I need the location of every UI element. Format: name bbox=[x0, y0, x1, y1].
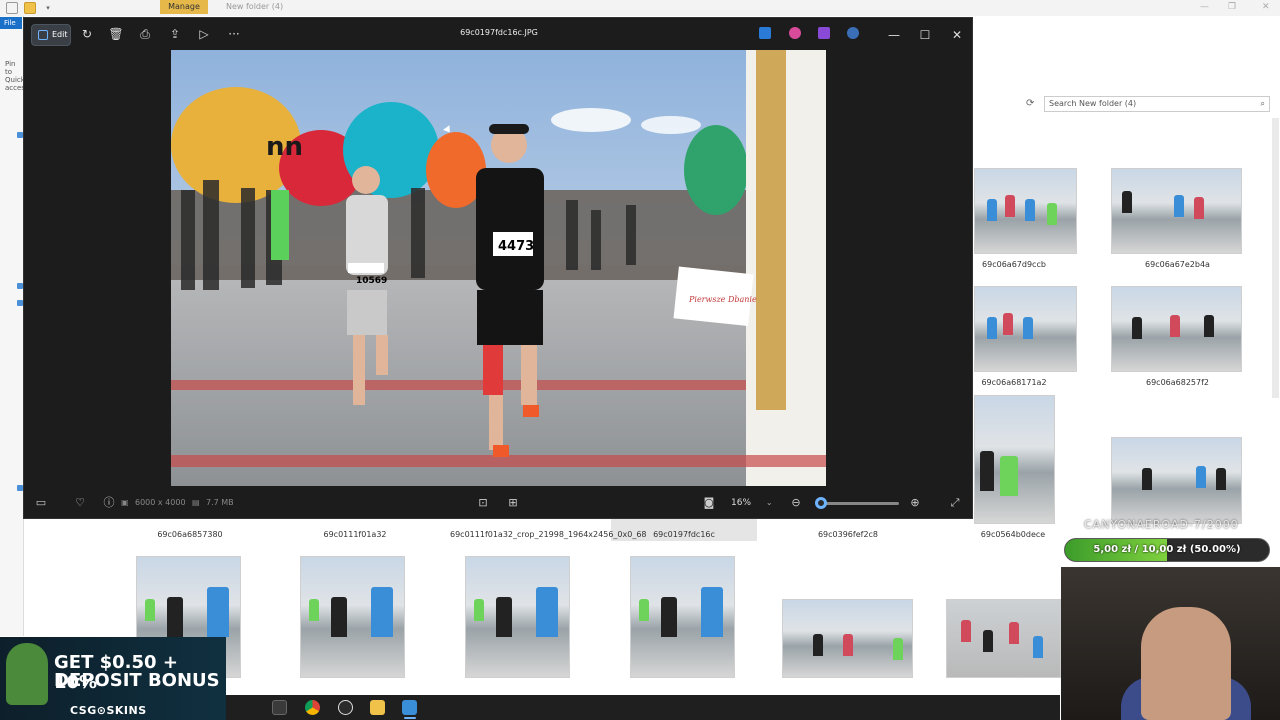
thumbnail-label[interactable]: 69c06a68171a2 bbox=[974, 378, 1054, 387]
thumbnail-image[interactable] bbox=[300, 556, 405, 678]
taskbar bbox=[226, 695, 1060, 720]
print-icon[interactable]: ⎙ bbox=[137, 26, 153, 42]
thumbnail-image[interactable] bbox=[974, 168, 1077, 254]
zoom-slider-knob[interactable] bbox=[815, 497, 827, 509]
promo-banner[interactable]: GET $0.50 + 10% DEPOSIT BONUS CSG⊙SKINS bbox=[0, 637, 226, 720]
slideshow-icon[interactable]: ▷ bbox=[196, 26, 212, 42]
thumbnail-image[interactable] bbox=[630, 556, 735, 678]
promo-subheadline: DEPOSIT BONUS bbox=[54, 670, 220, 691]
thumbnail-image[interactable] bbox=[1111, 168, 1242, 254]
folder-icon[interactable] bbox=[24, 2, 36, 14]
main-runner-bib: 4473 bbox=[498, 239, 534, 254]
file-explorer-icon[interactable] bbox=[370, 700, 385, 715]
donation-goal-text: 5,00 zł / 10,00 zł (50.00%) bbox=[1093, 544, 1241, 555]
balloon-banner-text: nn bbox=[266, 132, 303, 162]
refresh-icon[interactable]: ⟳ bbox=[1026, 98, 1034, 109]
thumbnail-image[interactable] bbox=[782, 599, 913, 678]
terminal-icon[interactable] bbox=[272, 700, 287, 715]
restore-icon[interactable]: ❐ bbox=[1228, 2, 1236, 12]
webcam-feed bbox=[1061, 567, 1280, 720]
onedrive-icon[interactable] bbox=[847, 27, 859, 39]
thumbnail-image[interactable] bbox=[946, 599, 1061, 678]
info-icon[interactable]: ⓘ bbox=[101, 495, 117, 511]
thumbnail-image[interactable] bbox=[465, 556, 570, 678]
photo-svg: nn Pierwsze Dbanie 10569 4473 bbox=[171, 50, 826, 486]
delete-icon[interactable]: 🗑 bbox=[108, 26, 124, 42]
obs-icon[interactable] bbox=[338, 700, 353, 715]
stream-watermark: CANYONAEROAD-7/2000 bbox=[1084, 518, 1239, 531]
actual-size-icon[interactable]: ◙ bbox=[701, 495, 717, 511]
close-icon[interactable]: ✕ bbox=[1262, 2, 1270, 12]
thumbnail-label[interactable]: 69c06a67d9ccb bbox=[974, 260, 1054, 269]
chevron-down-icon: ⌄ bbox=[765, 498, 773, 507]
clipchamp-app-icon[interactable] bbox=[818, 27, 830, 39]
chrome-icon[interactable] bbox=[305, 700, 320, 715]
fullscreen-icon[interactable]: ⤢ bbox=[947, 495, 963, 511]
zoom-in-icon[interactable]: ⊕ bbox=[907, 495, 923, 511]
chevron-down-icon[interactable]: ▾ bbox=[42, 2, 54, 14]
viewer-bottombar: ▭ ♡ ⓘ ▣ 6000 x 4000 ▤ 7.7 MB ⊡ ⊞ ◙ 16% ⌄… bbox=[24, 490, 972, 518]
file-tab[interactable]: File bbox=[0, 17, 22, 29]
thumbnail-image[interactable] bbox=[1111, 437, 1242, 524]
marathon-photo[interactable]: nn Pierwsze Dbanie 10569 4473 bbox=[171, 50, 826, 486]
maximize-icon[interactable]: ☐ bbox=[917, 27, 933, 43]
mascot-image bbox=[6, 643, 48, 705]
search-icon: ⌕ bbox=[1260, 99, 1265, 108]
explorer-title: New folder (4) bbox=[226, 2, 284, 11]
thumbnail-label[interactable]: 69c0564b0dece bbox=[973, 530, 1053, 539]
close-icon[interactable]: ✕ bbox=[949, 27, 965, 43]
zoom-out-icon[interactable]: ⊖ bbox=[788, 495, 804, 511]
edit-icon bbox=[38, 30, 48, 40]
photo-editor-app-icon[interactable] bbox=[759, 27, 771, 39]
photos-viewer-window: Edit ↻ 🗑 ⎙ ⇪ ▷ ··· 69c0197fdc16c.JPG — ☐… bbox=[23, 17, 973, 519]
promo-brand: CSG⊙SKINS bbox=[70, 704, 147, 717]
photos-app-icon[interactable] bbox=[402, 700, 417, 715]
favorite-heart-icon[interactable]: ♡ bbox=[72, 495, 88, 511]
edit-button[interactable]: Edit bbox=[31, 24, 71, 46]
explorer-scrollbar[interactable] bbox=[1272, 118, 1279, 398]
minimize-icon[interactable]: — bbox=[1200, 2, 1209, 12]
designer-app-icon[interactable] bbox=[789, 27, 801, 39]
file-size-icon: ▤ bbox=[192, 498, 200, 507]
thumbnail-label[interactable]: 69c0111f01a32 bbox=[315, 530, 395, 539]
webcam-person bbox=[1141, 607, 1231, 720]
minimize-icon[interactable]: — bbox=[886, 27, 902, 43]
image-dimensions: 6000 x 4000 bbox=[135, 498, 186, 507]
explorer-ribbon-strip bbox=[0, 16, 24, 636]
save-icon[interactable] bbox=[6, 2, 18, 14]
fit-to-window-icon[interactable]: ⊡ bbox=[475, 495, 491, 511]
thumbnail-image[interactable] bbox=[974, 395, 1055, 524]
thumbnail-label[interactable]: 69c0111f01a32_crop_21998_1964x2456_0x0_6… bbox=[450, 530, 647, 540]
viewer-filename: 69c0197fdc16c.JPG bbox=[460, 28, 538, 37]
file-size: 7.7 MB bbox=[206, 498, 234, 507]
zoom-level-value: 16% bbox=[731, 498, 752, 508]
thumbnail-label[interactable]: 69c06a6857380 bbox=[150, 530, 230, 539]
thumbnail-label[interactable]: 69c0197fdc16c bbox=[644, 530, 724, 539]
thumbnail-label[interactable]: 69c0396fef2c8 bbox=[808, 530, 888, 539]
share-icon[interactable]: ⇪ bbox=[167, 26, 183, 42]
donation-goal-bar: 5,00 zł / 10,00 zł (50.00%) bbox=[1064, 538, 1270, 562]
edit-button-label: Edit bbox=[52, 30, 68, 39]
thumbnail-label[interactable]: 69c06a67e2b4a bbox=[1130, 260, 1225, 269]
manage-tab[interactable]: Manage bbox=[160, 0, 208, 14]
search-input[interactable]: Search New folder (4) ⌕ bbox=[1044, 96, 1270, 112]
image-icon: ▣ bbox=[121, 498, 129, 507]
active-app-indicator bbox=[404, 717, 416, 719]
pin-to-quick-access-button[interactable]: Pin to Quick access bbox=[5, 60, 29, 92]
viewer-toolbar: Edit ↻ 🗑 ⎙ ⇪ ▷ ··· 69c0197fdc16c.JPG — ☐… bbox=[24, 18, 972, 50]
compare-icon[interactable]: ⊞ bbox=[505, 495, 521, 511]
search-placeholder: Search New folder (4) bbox=[1049, 99, 1137, 108]
rotate-icon[interactable]: ↻ bbox=[79, 26, 95, 42]
left-runner-bib: 10569 bbox=[356, 276, 387, 286]
zoom-level-select[interactable]: 16% ⌄ bbox=[727, 494, 777, 512]
filmstrip-icon[interactable]: ▭ bbox=[33, 495, 49, 511]
thumbnail-image[interactable] bbox=[974, 286, 1077, 372]
more-options-button[interactable]: ··· bbox=[226, 26, 242, 42]
zoom-slider[interactable] bbox=[819, 502, 899, 505]
thumbnail-label[interactable]: 69c06a68257f2 bbox=[1130, 378, 1225, 387]
finish-sign-text: Pierwsze Dbanie bbox=[688, 295, 757, 304]
thumbnail-image[interactable] bbox=[1111, 286, 1242, 372]
